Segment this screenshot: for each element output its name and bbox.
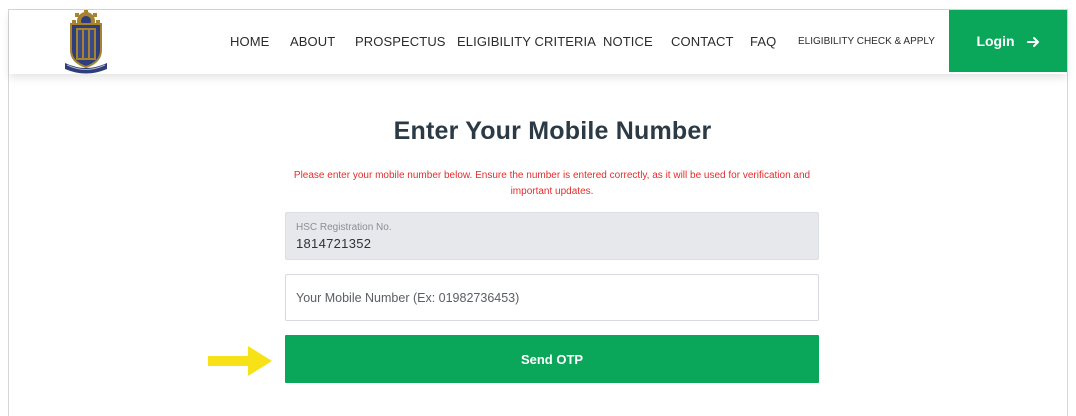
mobile-number-field	[285, 274, 819, 321]
hsc-registration-value: 1814721352	[296, 236, 372, 251]
nav-notice-link[interactable]: NOTICE	[603, 34, 653, 49]
login-button[interactable]: Login	[949, 10, 1067, 72]
arrow-right-icon	[1026, 35, 1040, 47]
hsc-registration-field: HSC Registration No. 1814721352	[285, 212, 819, 260]
mobile-number-input[interactable]	[286, 275, 818, 320]
nav-faq-link[interactable]: FAQ	[750, 34, 776, 49]
nav-contact-link[interactable]: CONTACT	[671, 34, 734, 49]
main-nav: HOME ABOUT PROSPECTUS ELIGIBILITY CRITER…	[9, 10, 1067, 72]
mobile-number-notice: Please enter your mobile number below. E…	[293, 170, 811, 197]
nav-about-link[interactable]: ABOUT	[290, 34, 335, 49]
nav-eligibility-check-apply-link[interactable]: ELIGIBILITY CHECK & APPLY	[798, 36, 935, 47]
nav-eligibility-criteria-link[interactable]: ELIGIBILITY CRITERIA	[457, 34, 596, 49]
nav-prospectus-link[interactable]: PROSPECTUS	[355, 34, 446, 49]
send-otp-button[interactable]: Send OTP	[285, 335, 819, 383]
nav-home-link[interactable]: HOME	[230, 34, 269, 49]
pointer-arrow-icon	[206, 343, 276, 379]
site-header: HOME ABOUT PROSPECTUS ELIGIBILITY CRITER…	[9, 10, 1067, 74]
hsc-registration-label: HSC Registration No.	[296, 222, 392, 233]
page-title: Enter Your Mobile Number	[393, 117, 712, 145]
login-label: Login	[976, 33, 1015, 49]
